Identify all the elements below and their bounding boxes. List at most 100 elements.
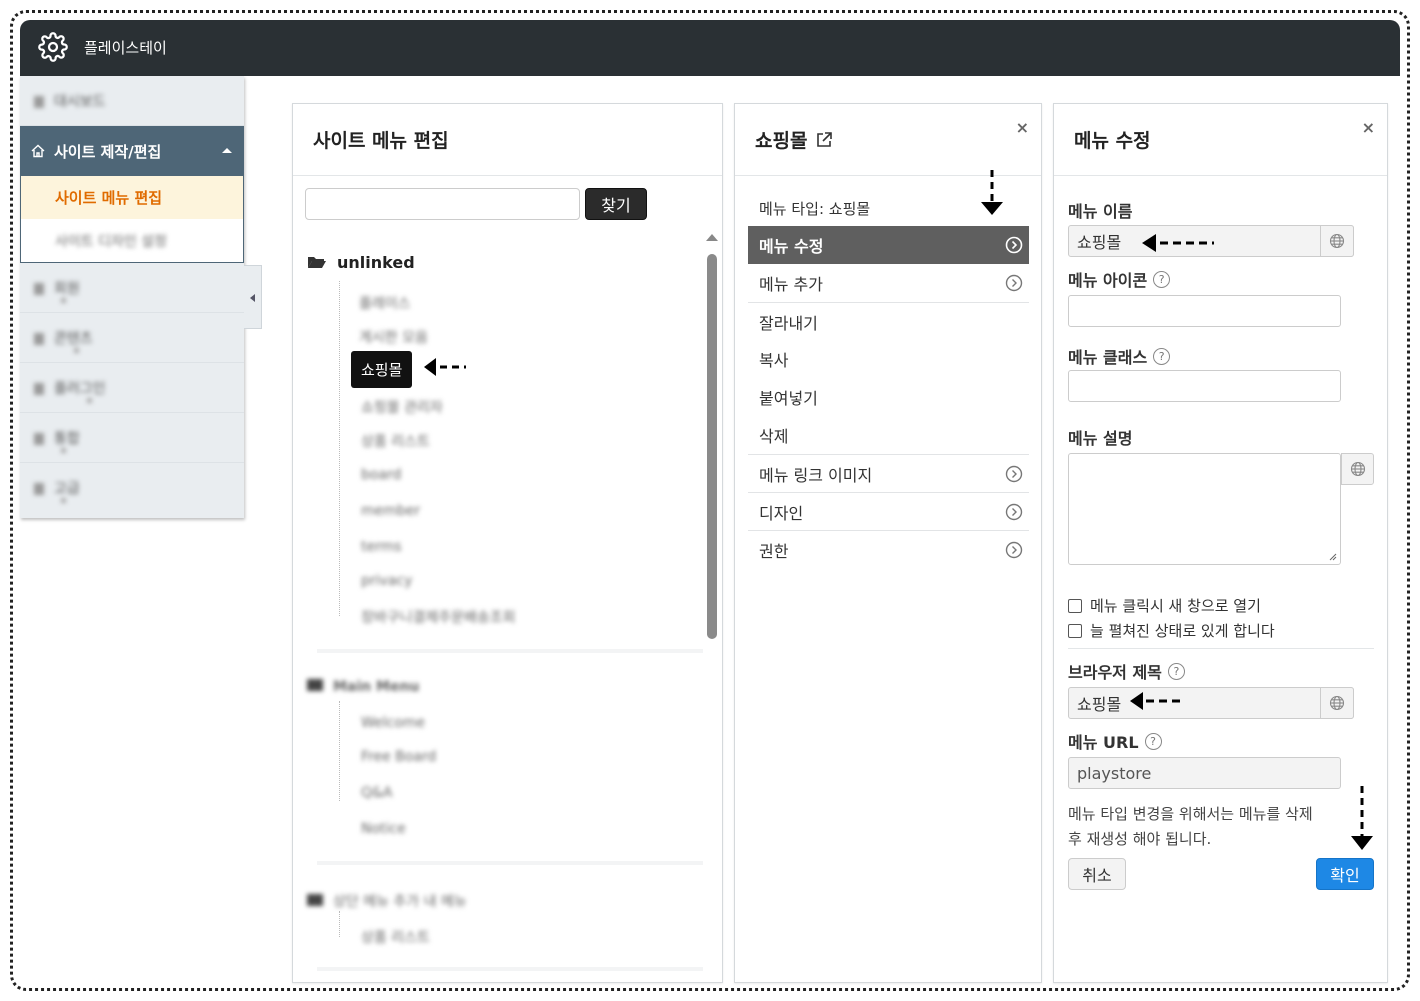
scroll-up-arrow-icon[interactable] <box>706 234 718 241</box>
note-line: 메뉴 타입 변경을 위해서는 메뉴를 삭제 <box>1068 805 1313 823</box>
sidebar-subitem-label: 사이트 메뉴 편집 <box>55 189 163 207</box>
sidebar-item-members[interactable]: 회원 <box>20 263 244 313</box>
tree-node[interactable]: privacy <box>361 573 412 589</box>
menu-desc-textarea[interactable] <box>1068 453 1341 565</box>
close-icon[interactable]: × <box>1362 118 1375 137</box>
search-input[interactable] <box>305 188 580 220</box>
tree-node[interactable]: 게시판 모음 <box>359 327 428 347</box>
tree-node[interactable]: Notice <box>361 821 406 837</box>
sidebar-item-label: 고급 <box>54 481 80 497</box>
annotation-arrow-left <box>424 358 466 376</box>
divider <box>1068 648 1374 649</box>
chevron-left-icon <box>250 294 255 302</box>
tree-scrollbar[interactable] <box>706 234 718 982</box>
action-label: 메뉴 수정 <box>759 237 824 256</box>
scroll-thumb[interactable] <box>707 254 717 639</box>
action-link-image[interactable]: 메뉴 링크 이미지 <box>748 454 1029 492</box>
close-icon[interactable]: × <box>1016 118 1029 137</box>
tree-node[interactable]: board <box>361 467 401 483</box>
tree-node[interactable]: 상품 리스트 <box>361 927 430 947</box>
menu-class-label: 메뉴 클래스? <box>1068 344 1171 368</box>
sidebar-item-label: 콘텐츠 <box>54 330 93 347</box>
new-window-option[interactable]: 메뉴 클릭시 새 창으로 열기 <box>1068 595 1261 616</box>
gear-icon[interactable] <box>38 32 68 62</box>
sidebar-collapse-toggle[interactable] <box>244 265 262 329</box>
chevron-up-icon <box>222 148 232 153</box>
expanded-option[interactable]: 늘 펼쳐진 상태로 있게 합니다 <box>1068 620 1275 641</box>
help-icon[interactable]: ? <box>1153 347 1171 365</box>
globe-icon[interactable] <box>1341 453 1374 485</box>
action-copy[interactable]: 복사 <box>748 340 1029 378</box>
menu-url-label: 메뉴 URL? <box>1068 729 1162 753</box>
ok-button[interactable]: 확인 <box>1316 858 1374 890</box>
tree-group-root[interactable]: Main Menu <box>307 679 419 695</box>
tree-node[interactable]: 상품 리스트 <box>361 431 430 451</box>
sidebar-subitem-menu-edit[interactable]: 사이트 메뉴 편집 <box>20 176 244 219</box>
chevron-right-circle-icon <box>1005 541 1023 559</box>
tree-node-selected[interactable]: 쇼핑몰 <box>351 351 413 388</box>
annotation-arrow-down <box>1351 786 1373 850</box>
action-delete[interactable]: 삭제 <box>748 416 1029 454</box>
tree-node[interactable]: 쇼핑몰 관리자 <box>361 397 443 417</box>
tree-node[interactable]: Free Board <box>361 749 436 765</box>
tree-node[interactable]: 플레이스 <box>359 293 411 313</box>
panel-title: 사이트 메뉴 편집 <box>293 104 722 176</box>
menu-url-input[interactable]: playstore <box>1068 757 1341 789</box>
help-icon[interactable]: ? <box>1153 270 1171 288</box>
tree-line <box>339 281 340 616</box>
action-permission[interactable]: 권한 <box>748 530 1029 568</box>
action-add-menu[interactable]: 메뉴 추가 <box>748 264 1029 302</box>
chevron-right-circle-icon <box>1005 465 1023 483</box>
tree-node[interactable]: terms <box>361 539 402 555</box>
action-paste[interactable]: 붙여넣기 <box>748 378 1029 416</box>
menu-desc-label: 메뉴 설명 <box>1068 429 1133 448</box>
search-button[interactable]: 찾기 <box>585 188 647 220</box>
sidebar-subitem-design[interactable]: 사이트 디자인 설정 <box>20 219 244 263</box>
tree-node[interactable]: Q&A <box>361 785 393 801</box>
annotation-arrow-left <box>1130 692 1182 710</box>
menu-icon-input[interactable] <box>1068 295 1341 327</box>
sidebar-subitem-label: 사이트 디자인 설정 <box>55 233 167 250</box>
checkbox-label: 메뉴 클릭시 새 창으로 열기 <box>1090 597 1261 615</box>
sidebar-item-plugins[interactable]: 플러그인 <box>20 363 244 413</box>
globe-icon[interactable] <box>1320 225 1354 257</box>
resize-handle-icon[interactable] <box>1329 553 1337 561</box>
help-icon[interactable]: ? <box>1167 662 1185 680</box>
chevron-right-circle-icon <box>1005 503 1023 521</box>
expanded-checkbox[interactable] <box>1068 623 1082 638</box>
sidebar-section-site-build[interactable]: 사이트 제작/편집 <box>20 126 244 176</box>
new-window-checkbox[interactable] <box>1068 598 1082 613</box>
tree-node[interactable]: 장바구니결제주문배송조회 <box>361 607 516 627</box>
chevron-right-circle-icon <box>1005 274 1023 292</box>
sidebar-section-label: 사이트 제작/편집 <box>54 142 162 161</box>
menu-name-label: 메뉴 이름 <box>1068 202 1133 221</box>
sidebar-item-dashboard[interactable]: 대시보드 <box>20 76 244 126</box>
action-label: 메뉴 링크 이미지 <box>759 465 873 485</box>
globe-icon[interactable] <box>1320 687 1354 719</box>
tree-node[interactable]: Welcome <box>361 715 425 731</box>
external-link-icon[interactable] <box>815 131 833 149</box>
browser-title-input[interactable]: 쇼핑몰 <box>1068 687 1354 719</box>
help-icon[interactable]: ? <box>1144 732 1162 750</box>
menu-edit-panel: 메뉴 수정 × 메뉴 이름 쇼핑몰 메뉴 아이콘? 메뉴 클래스? 메뉴 설명 … <box>1053 103 1388 983</box>
tree-line <box>339 911 340 937</box>
folder-open-icon <box>308 257 326 268</box>
action-label: 권한 <box>759 541 789 561</box>
sidebar-item-integration[interactable]: 통합 <box>20 413 244 463</box>
sidebar-item-label: 통합 <box>54 430 80 447</box>
action-edit-menu[interactable]: 메뉴 수정 <box>748 226 1029 264</box>
cancel-button[interactable]: 취소 <box>1068 858 1126 890</box>
chevron-right-circle-icon <box>1005 236 1023 254</box>
menu-class-input[interactable] <box>1068 370 1341 402</box>
sidebar-item-advanced[interactable]: 고급 <box>20 463 244 513</box>
menu-name-value: 쇼핑몰 <box>1077 233 1122 252</box>
action-design[interactable]: 디자인 <box>748 492 1029 530</box>
annotation-arrow-left <box>1142 234 1214 252</box>
tree-node[interactable]: member <box>361 503 420 519</box>
tree-root-unlinked[interactable]: unlinked <box>307 249 697 275</box>
tree-group-separator <box>317 861 703 865</box>
sidebar-item-contents[interactable]: 콘텐츠 <box>20 313 244 363</box>
action-cut[interactable]: 잘라내기 <box>748 302 1029 340</box>
tree-line <box>339 701 340 801</box>
tree-group-root[interactable]: 상단 메뉴 추가 내 메뉴 <box>307 891 467 911</box>
